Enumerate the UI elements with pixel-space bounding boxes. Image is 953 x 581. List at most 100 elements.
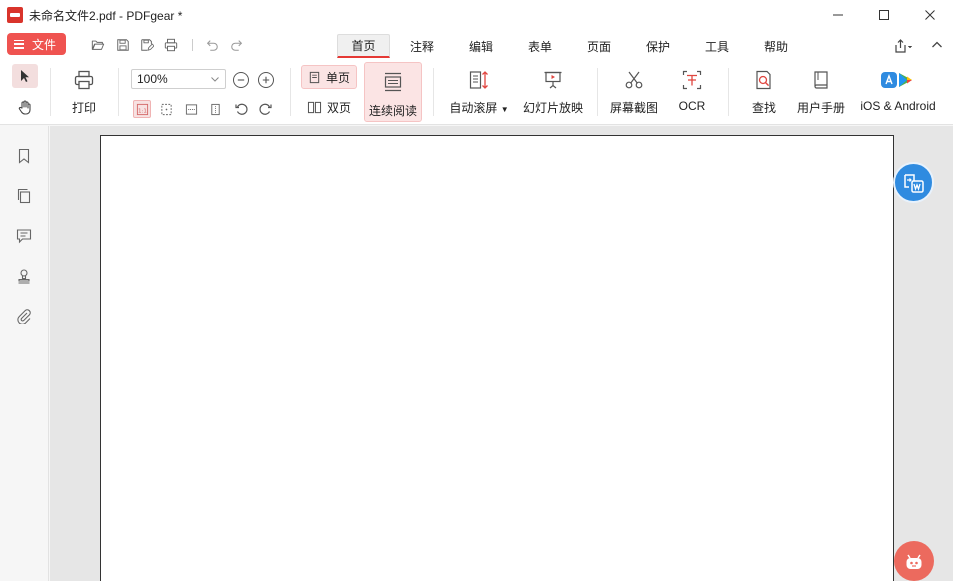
share-button[interactable] <box>893 38 913 54</box>
rotate-left-icon <box>235 103 248 115</box>
bookmark-icon[interactable] <box>14 146 34 166</box>
save-as-button[interactable] <box>138 36 156 54</box>
window-controls <box>815 0 953 30</box>
chevron-down-icon <box>211 77 219 82</box>
print-button[interactable]: 打印 <box>64 62 104 116</box>
fit-height-button[interactable] <box>206 100 224 118</box>
scissors-icon <box>622 68 646 92</box>
fit-height-icon <box>210 103 220 115</box>
undo-button[interactable] <box>203 36 221 54</box>
pdf-to-word-button[interactable] <box>893 162 934 203</box>
find-button[interactable]: 查找 <box>744 62 784 116</box>
continuous-read-label: 连续阅读 <box>368 104 417 118</box>
actual-size-button[interactable]: 1:1 <box>133 100 151 118</box>
separator <box>433 68 434 116</box>
minus-icon <box>237 79 245 81</box>
tab-annotate[interactable]: 注释 <box>400 34 444 58</box>
rotate-right-button[interactable] <box>257 100 275 118</box>
hand-tool-button[interactable] <box>12 95 38 119</box>
stamp-icon[interactable] <box>14 266 34 286</box>
tab-edit[interactable]: 编辑 <box>459 34 503 58</box>
app-store-play-icon <box>878 68 918 92</box>
slideshow-label: 幻灯片放映 <box>522 101 583 115</box>
menu-bar: 文件 首页 注释 编辑 表单 页面 保护 工具 帮助 <box>0 30 953 60</box>
fit-page-icon <box>160 103 172 115</box>
ocr-button[interactable]: OCR <box>670 62 714 113</box>
book-icon <box>809 68 833 92</box>
screenshot-label: 屏幕截图 <box>609 101 658 115</box>
actual-size-icon: 1:1 <box>136 103 148 115</box>
save-button[interactable] <box>114 36 132 54</box>
attachment-icon[interactable] <box>14 306 34 326</box>
separator <box>50 68 51 116</box>
tab-home[interactable]: 首页 <box>337 34 390 58</box>
printer-icon <box>72 68 96 92</box>
screenshot-button[interactable]: 屏幕截图 <box>606 62 662 116</box>
tab-form[interactable]: 表单 <box>518 34 562 58</box>
ocr-icon <box>680 68 704 92</box>
pages-icon[interactable] <box>14 186 34 206</box>
collapse-ribbon-button[interactable] <box>931 38 943 52</box>
zoom-select[interactable]: 100% <box>131 69 226 89</box>
minimize-button[interactable] <box>815 0 861 30</box>
pdfgear-logo-icon <box>7 7 23 23</box>
separator <box>290 68 291 116</box>
slideshow-button[interactable]: 幻灯片放映 <box>520 62 586 116</box>
zoom-value: 100% <box>137 72 168 86</box>
menu-icon <box>14 39 24 49</box>
redo-button[interactable] <box>228 36 246 54</box>
user-manual-label: 用户手册 <box>796 101 845 115</box>
cursor-arrow-icon <box>21 70 29 82</box>
single-page-button[interactable]: 单页 <box>301 65 358 89</box>
rotate-left-button[interactable] <box>232 100 250 118</box>
rotate-right-icon <box>259 103 272 115</box>
separator <box>192 39 193 51</box>
continuous-read-button[interactable]: 连续阅读 <box>364 62 422 122</box>
select-tool-button[interactable] <box>12 64 38 88</box>
document-canvas[interactable] <box>50 126 953 581</box>
close-button[interactable] <box>907 0 953 30</box>
maximize-icon <box>879 10 889 20</box>
redo-icon <box>231 40 243 51</box>
auto-scroll-icon <box>467 68 491 92</box>
zoom-in-button[interactable] <box>258 72 274 88</box>
title-bar: 未命名文件2.pdf - PDFgear * <box>0 0 953 30</box>
maximize-button[interactable] <box>861 0 907 30</box>
chevron-up-icon <box>932 41 942 48</box>
file-menu-button[interactable]: 文件 <box>7 33 66 55</box>
fit-width-button[interactable] <box>182 100 200 118</box>
file-menu-label: 文件 <box>32 37 57 52</box>
minimize-icon <box>833 14 843 16</box>
mobile-apps-button[interactable]: iOS & Android <box>854 62 942 113</box>
tab-help[interactable]: 帮助 <box>754 34 798 58</box>
ai-assistant-button[interactable] <box>894 541 934 581</box>
zoom-out-button[interactable] <box>233 72 249 88</box>
single-page-icon <box>309 71 320 83</box>
printer-icon <box>164 38 178 52</box>
find-label: 查找 <box>751 101 776 115</box>
comment-icon[interactable] <box>14 226 34 246</box>
search-document-icon <box>752 68 776 92</box>
plus-icon <box>262 76 270 84</box>
user-manual-button[interactable]: 用户手册 <box>794 62 848 116</box>
close-icon <box>925 10 935 20</box>
pdf-page[interactable] <box>100 135 894 581</box>
tab-protect[interactable]: 保护 <box>636 34 680 58</box>
double-page-button[interactable]: 双页 <box>301 95 357 119</box>
tab-tools[interactable]: 工具 <box>695 34 739 58</box>
double-page-icon <box>307 101 322 113</box>
open-folder-button[interactable] <box>89 36 107 54</box>
separator <box>118 68 119 116</box>
separator <box>597 68 598 116</box>
slideshow-icon <box>541 68 565 92</box>
undo-icon <box>206 40 218 51</box>
convert-to-word-icon <box>903 173 924 193</box>
window-title: 未命名文件2.pdf - PDFgear * <box>29 8 183 23</box>
fit-width-icon <box>185 103 197 115</box>
tab-page[interactable]: 页面 <box>577 34 621 58</box>
fit-page-button[interactable] <box>157 100 175 118</box>
hand-icon <box>18 100 31 115</box>
print-quick-button[interactable] <box>162 36 180 54</box>
auto-scroll-button[interactable]: 自动滚屏 ▼ <box>446 62 512 116</box>
save-as-icon <box>141 39 154 51</box>
